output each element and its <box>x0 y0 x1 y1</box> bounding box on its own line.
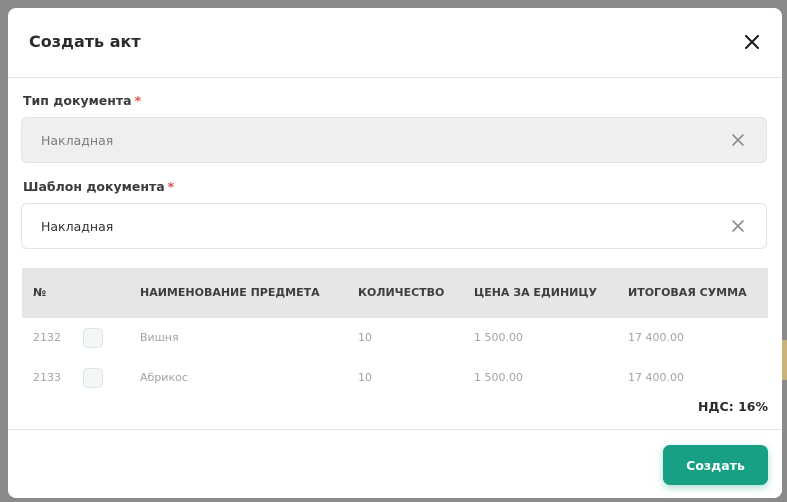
row-quantity: 10 <box>358 371 372 384</box>
table-header: № НАИМЕНОВАНИЕ ПРЕДМЕТА КОЛИЧЕСТВО ЦЕНА … <box>22 268 768 318</box>
modal-header: Создать акт <box>8 8 782 78</box>
document-type-field[interactable]: Накладная <box>21 117 767 163</box>
row-checkbox[interactable] <box>83 328 103 348</box>
row-total: 17 400.00 <box>628 331 684 344</box>
document-template-label: Шаблон документа * <box>23 179 175 194</box>
document-template-field[interactable]: Накладная <box>21 203 767 249</box>
row-name: Абрикос <box>140 371 188 384</box>
row-unit-price: 1 500.00 <box>474 331 523 344</box>
row-number: 2133 <box>33 371 61 384</box>
document-template-clear-button[interactable] <box>730 218 746 234</box>
table-row: 2133 Абрикос 10 1 500.00 17 400.00 <box>22 359 768 399</box>
row-checkbox[interactable] <box>83 368 103 388</box>
document-type-label: Тип документа * <box>23 93 142 108</box>
close-icon <box>745 35 759 49</box>
modal-title: Создать акт <box>29 32 141 51</box>
col-number-header: № <box>33 286 47 299</box>
col-total-header: ИТОГОВАЯ СУММА <box>628 286 747 299</box>
clear-icon <box>732 220 744 232</box>
clear-icon <box>732 134 744 146</box>
col-name-header: НАИМЕНОВАНИЕ ПРЕДМЕТА <box>140 286 320 299</box>
document-type-clear-button[interactable] <box>730 132 746 148</box>
document-type-value: Накладная <box>41 133 114 148</box>
vat-summary: НДС: 16% <box>697 399 768 414</box>
row-number: 2132 <box>33 331 61 344</box>
close-button[interactable] <box>740 30 764 54</box>
required-mark: * <box>134 93 142 108</box>
row-unit-price: 1 500.00 <box>474 371 523 384</box>
document-template-value: Накладная <box>41 219 114 234</box>
col-unit-price-header: ЦЕНА ЗА ЕДИНИЦУ <box>474 286 598 299</box>
create-act-modal: Создать акт Тип документа * Накладная Шаб… <box>8 8 782 498</box>
row-total: 17 400.00 <box>628 371 684 384</box>
row-name: Вишня <box>140 331 179 344</box>
table-row: 2132 Вишня 10 1 500.00 17 400.00 <box>22 319 768 359</box>
required-mark: * <box>167 179 175 194</box>
footer-divider <box>8 429 782 430</box>
col-quantity-header: КОЛИЧЕСТВО <box>358 286 445 299</box>
create-button[interactable]: Создать <box>663 445 768 485</box>
row-quantity: 10 <box>358 331 372 344</box>
